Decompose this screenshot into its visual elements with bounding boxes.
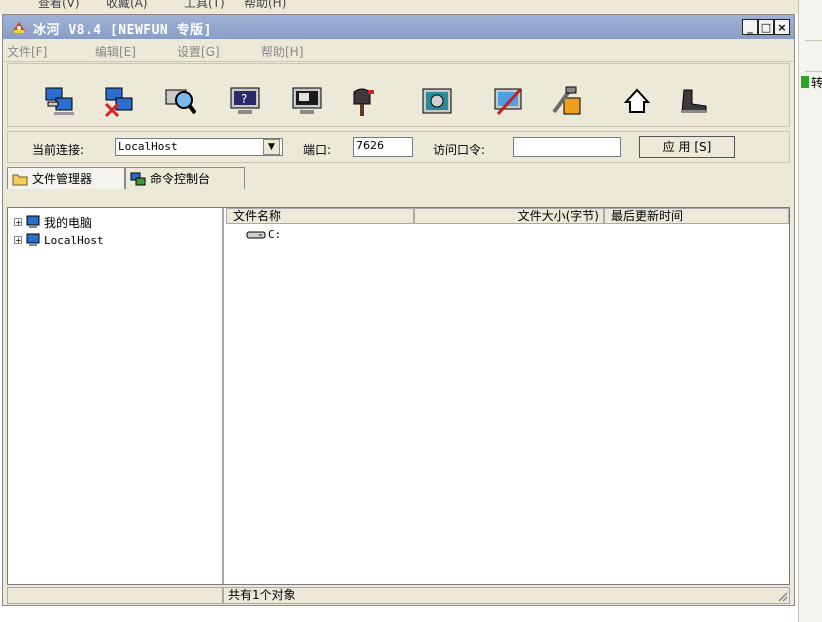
- config-server-icon[interactable]: [492, 84, 526, 118]
- current-connection-select[interactable]: LocalHost: [115, 138, 283, 156]
- file-manager-panel: + 我的电脑 + LocalHost 文件名称 文件大小(字节) 最后更新时间 …: [7, 207, 790, 585]
- status-message: 共有1个对象: [223, 587, 790, 604]
- tree-item-label: LocalHost: [44, 233, 104, 247]
- list-item[interactable]: C:: [246, 228, 281, 241]
- status-bar: 共有1个对象: [7, 587, 790, 605]
- computer-icon: [26, 215, 40, 228]
- bg-menu-favorites: 收藏(A): [106, 0, 148, 10]
- list-item-name: C:: [268, 228, 282, 241]
- menu-edit[interactable]: 编辑[E]: [95, 43, 136, 60]
- password-label: 访问口令:: [433, 143, 486, 157]
- resize-grip-icon[interactable]: [776, 590, 788, 602]
- expand-icon[interactable]: +: [14, 236, 22, 245]
- tab-file-manager[interactable]: 文件管理器: [7, 167, 125, 189]
- status-left: [7, 587, 223, 604]
- mailbox-icon[interactable]: [346, 84, 380, 118]
- column-file-name[interactable]: 文件名称: [226, 208, 414, 224]
- port-label: 端口:: [303, 143, 332, 157]
- chevron-down-icon[interactable]: ▼: [263, 139, 280, 155]
- bg-menu-view: 查看(V): [38, 0, 80, 10]
- tree-view[interactable]: + 我的电脑 + LocalHost: [8, 208, 224, 584]
- search-computer-icon[interactable]: [162, 84, 196, 118]
- list-header: 文件名称 文件大小(字节) 最后更新时间: [226, 208, 789, 224]
- tab-command-console[interactable]: 命令控制台: [125, 167, 245, 189]
- minimize-button[interactable]: _: [742, 19, 758, 35]
- connect-computer-icon[interactable]: [42, 84, 76, 118]
- menu-bar: 文件[F] 编辑[E] 设置[G] 帮助[H]: [3, 39, 794, 62]
- app-icon: [13, 22, 25, 33]
- port-input[interactable]: 7626: [353, 137, 413, 157]
- main-window: 冰河 V8.4 [NEWFUN 专版] _ □ × 文件[F] 编辑[E] 设置…: [2, 14, 795, 606]
- column-last-modified[interactable]: 最后更新时间: [604, 208, 789, 224]
- tab-file-manager-label: 文件管理器: [32, 172, 93, 186]
- home-icon[interactable]: [620, 84, 654, 118]
- maximize-button[interactable]: □: [758, 19, 774, 35]
- apply-button[interactable]: 应 用 [S]: [639, 136, 735, 158]
- menu-settings[interactable]: 设置[G]: [177, 43, 220, 60]
- tree-item-label: 我的电脑: [44, 215, 93, 230]
- exit-boot-icon[interactable]: [676, 84, 710, 118]
- close-button[interactable]: ×: [774, 19, 790, 35]
- bg-menu-tools: 工具(T): [184, 0, 225, 10]
- drive-icon: [246, 231, 266, 238]
- title-bar[interactable]: 冰河 V8.4 [NEWFUN 专版] _ □ ×: [3, 15, 794, 39]
- password-input[interactable]: [513, 137, 621, 157]
- disconnect-computer-icon[interactable]: [102, 84, 136, 118]
- tree-item-my-computer[interactable]: + 我的电脑: [14, 214, 92, 230]
- bg-menu-help: 帮助(H): [244, 0, 287, 10]
- svg-text:?: ?: [241, 92, 247, 106]
- menu-help[interactable]: 帮助[H]: [261, 43, 303, 60]
- tools-icon[interactable]: [550, 84, 584, 118]
- background-menubar: 查看(V) 收藏(A) 工具(T) 帮助(H): [0, 0, 822, 14]
- window-title: 冰河 V8.4 [NEWFUN 专版]: [33, 23, 212, 38]
- bg-char: 转: [811, 76, 822, 90]
- tab-command-console-label: 命令控制台: [150, 172, 211, 186]
- help-monitor-icon[interactable]: ?: [228, 84, 262, 118]
- tree-item-localhost[interactable]: + LocalHost: [14, 232, 104, 248]
- connection-bar: 当前连接: LocalHost ▼ 端口: 7626 访问口令: 应 用 [S]: [7, 131, 790, 163]
- folder-icon: [12, 174, 28, 185]
- menu-file[interactable]: 文件[F]: [7, 43, 47, 60]
- expand-icon[interactable]: +: [14, 218, 22, 227]
- bg-tab: [805, 40, 822, 72]
- current-connection-label: 当前连接:: [32, 143, 85, 157]
- console-icon: [130, 172, 146, 185]
- file-list[interactable]: 文件名称 文件大小(字节) 最后更新时间 C:: [226, 208, 789, 584]
- computer-icon: [26, 233, 40, 246]
- screen-capture-icon[interactable]: [290, 84, 324, 118]
- column-file-size[interactable]: 文件大小(字节): [414, 208, 604, 224]
- bg-green-icon: [801, 76, 809, 88]
- background-window-edge: 转: [798, 0, 822, 622]
- toolbar: ?: [7, 63, 790, 127]
- control-panel-icon[interactable]: [420, 84, 454, 118]
